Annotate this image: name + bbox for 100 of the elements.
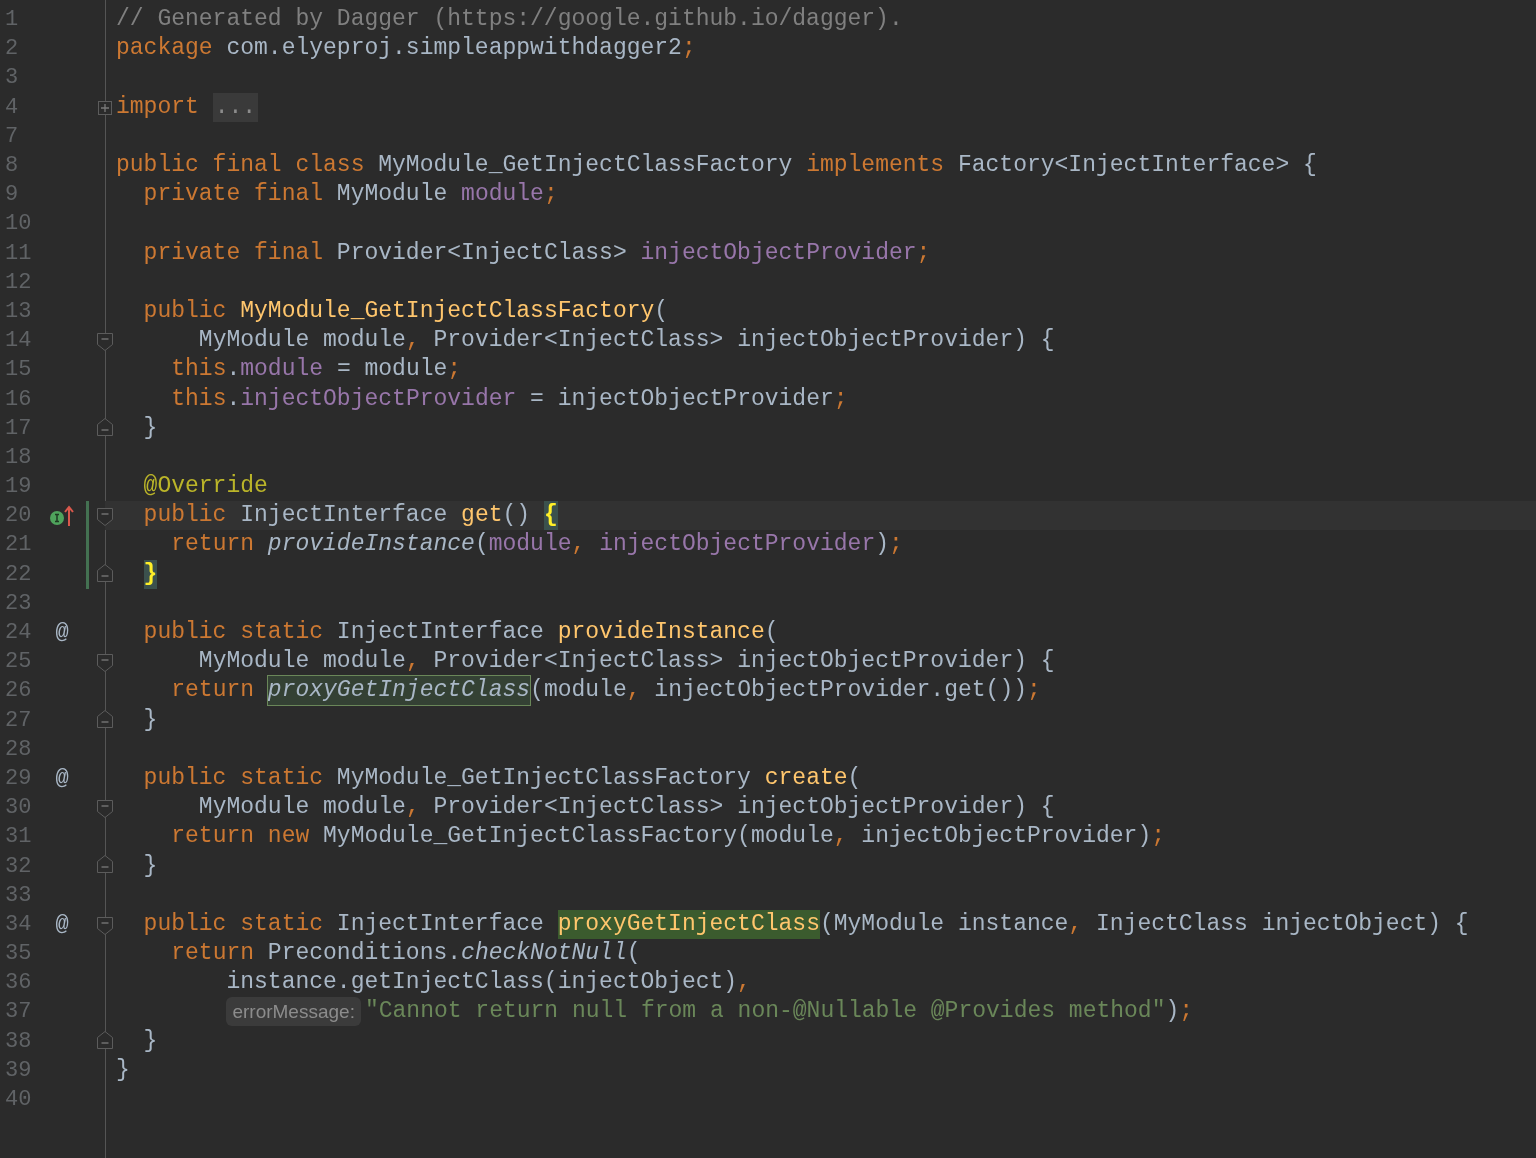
code-keyword: public final class	[116, 151, 366, 181]
matched-brace: }	[143, 559, 158, 589]
line-number: 12	[4, 268, 33, 297]
code-keyword: private final	[143, 238, 325, 268]
collapse-fold-icon[interactable]	[97, 916, 113, 935]
line-number: 34	[4, 910, 33, 939]
line-number: 19	[4, 473, 33, 502]
fold-end-icon[interactable]	[97, 417, 113, 436]
code-annotation: @Override	[143, 472, 268, 502]
code-text: MyModule module	[198, 793, 406, 823]
code-keyword: public	[143, 501, 228, 531]
code-declaration: create	[764, 763, 848, 793]
fold-end-icon[interactable]	[97, 563, 113, 582]
code-text: Factory<InjectInterface> {	[957, 151, 1317, 181]
line-number: 31	[4, 823, 33, 852]
code-keyword: ;	[1027, 676, 1041, 706]
code-keyword: implements	[806, 151, 946, 181]
code-text: (	[847, 763, 862, 793]
code-text: (MyModule instance	[819, 909, 1069, 939]
code-text: MyModule module	[198, 326, 406, 356]
code-text: .	[226, 384, 241, 414]
code-text: injectObjectProvider)	[861, 822, 1152, 852]
code-field: injectObjectProvider	[240, 384, 517, 414]
code-keyword: ;	[1179, 997, 1194, 1027]
code-text: }	[143, 1026, 158, 1056]
line-number: 16	[4, 385, 33, 414]
gutter-marker[interactable]: @	[55, 761, 69, 795]
line-number: 9	[4, 181, 20, 210]
code-text: InjectInterface	[336, 618, 545, 648]
code-text: InjectClass injectObject) {	[1096, 909, 1469, 939]
code-text: .	[226, 355, 241, 385]
gutter-marker[interactable]: @	[55, 616, 69, 650]
code-declaration: get	[461, 501, 503, 531]
code-method-call: checkNotNull	[461, 939, 627, 969]
code-text: = injectObjectProvider	[530, 384, 834, 414]
line-number: 27	[4, 706, 33, 735]
expand-fold-icon[interactable]	[98, 100, 112, 115]
line-number: 36	[4, 969, 33, 998]
fold-end-icon[interactable]	[97, 855, 113, 874]
code-keyword: public static	[143, 909, 325, 939]
line-number: 10	[4, 210, 33, 239]
code-text: (	[654, 296, 669, 326]
code-comment: // Generated by Dagger (https://google.github.io/dagger).	[116, 5, 903, 35]
collapse-fold-icon[interactable]	[97, 800, 113, 819]
code-keyword: return new	[171, 822, 311, 852]
line-number: 40	[4, 1086, 33, 1115]
line-number: 26	[4, 677, 33, 706]
code-text: MyModule_GetInjectClassFactory	[378, 151, 794, 181]
code-keyword: ;	[543, 180, 558, 210]
code-text: (	[474, 530, 489, 560]
code-text: InjectInterface	[336, 909, 545, 939]
line-number: 11	[4, 239, 33, 268]
line-number: 33	[4, 881, 33, 910]
code-declaration: provideInstance	[557, 618, 765, 648]
code-keyword: ,	[1068, 909, 1084, 939]
line-number: 18	[4, 443, 33, 472]
line-number: 14	[4, 327, 33, 356]
code-keyword: ;	[833, 384, 848, 414]
code-text: MyModule_GetInjectClassFactory	[336, 763, 752, 793]
code-field: injectObjectProvider	[640, 238, 917, 268]
line-number: 2	[4, 35, 20, 64]
collapse-fold-icon[interactable]	[97, 508, 113, 527]
code-text: Preconditions.	[267, 939, 462, 969]
code-usage-highlight: proxyGetInjectClass	[267, 676, 531, 706]
code-method-call: provideInstance	[267, 530, 475, 560]
code-text: MyModule_GetInjectClassFactory(module	[323, 822, 834, 852]
implements-method-icon[interactable]	[49, 504, 75, 527]
code-keyword: import	[116, 92, 200, 122]
line-number: 22	[4, 560, 33, 589]
code-keyword: ,	[405, 793, 421, 823]
line-number: 29	[4, 764, 33, 793]
line-number: 38	[4, 1027, 33, 1056]
code-text: Provider<InjectClass> injectObjectProvider) {	[433, 326, 1055, 356]
line-number: 25	[4, 648, 33, 677]
collapse-fold-icon[interactable]	[97, 333, 113, 352]
code-text: Provider<InjectClass> injectObjectProvider) {	[433, 793, 1055, 823]
parameter-hint: errorMessage:	[226, 997, 361, 1027]
code-text: (	[764, 618, 779, 648]
code-keyword: private final	[143, 180, 325, 210]
collapse-fold-icon[interactable]	[97, 654, 113, 673]
code-keyword: this	[171, 384, 227, 414]
code-field: module	[461, 180, 544, 210]
code-field: module	[240, 355, 324, 385]
line-number: 37	[4, 998, 33, 1027]
code-keyword: public static	[143, 618, 325, 648]
line-number: 1	[4, 6, 20, 35]
line-number: 24	[4, 619, 33, 648]
line-number: 17	[4, 414, 33, 443]
code-string: "Cannot return null from a non-@Nullable @Provides method"	[364, 997, 1166, 1027]
code-field: module	[488, 530, 572, 560]
line-number: 4	[4, 93, 20, 122]
fold-end-icon[interactable]	[97, 709, 113, 728]
fold-end-icon[interactable]	[97, 1030, 113, 1049]
code-keyword: ;	[447, 355, 462, 385]
code-usage-highlight: proxyGetInjectClass	[557, 909, 820, 939]
line-number: 28	[4, 735, 33, 764]
code-keyword: ,	[833, 822, 849, 852]
gutter-marker[interactable]: @	[55, 907, 69, 941]
matched-brace: {	[543, 501, 558, 531]
line-number: 21	[4, 531, 33, 560]
